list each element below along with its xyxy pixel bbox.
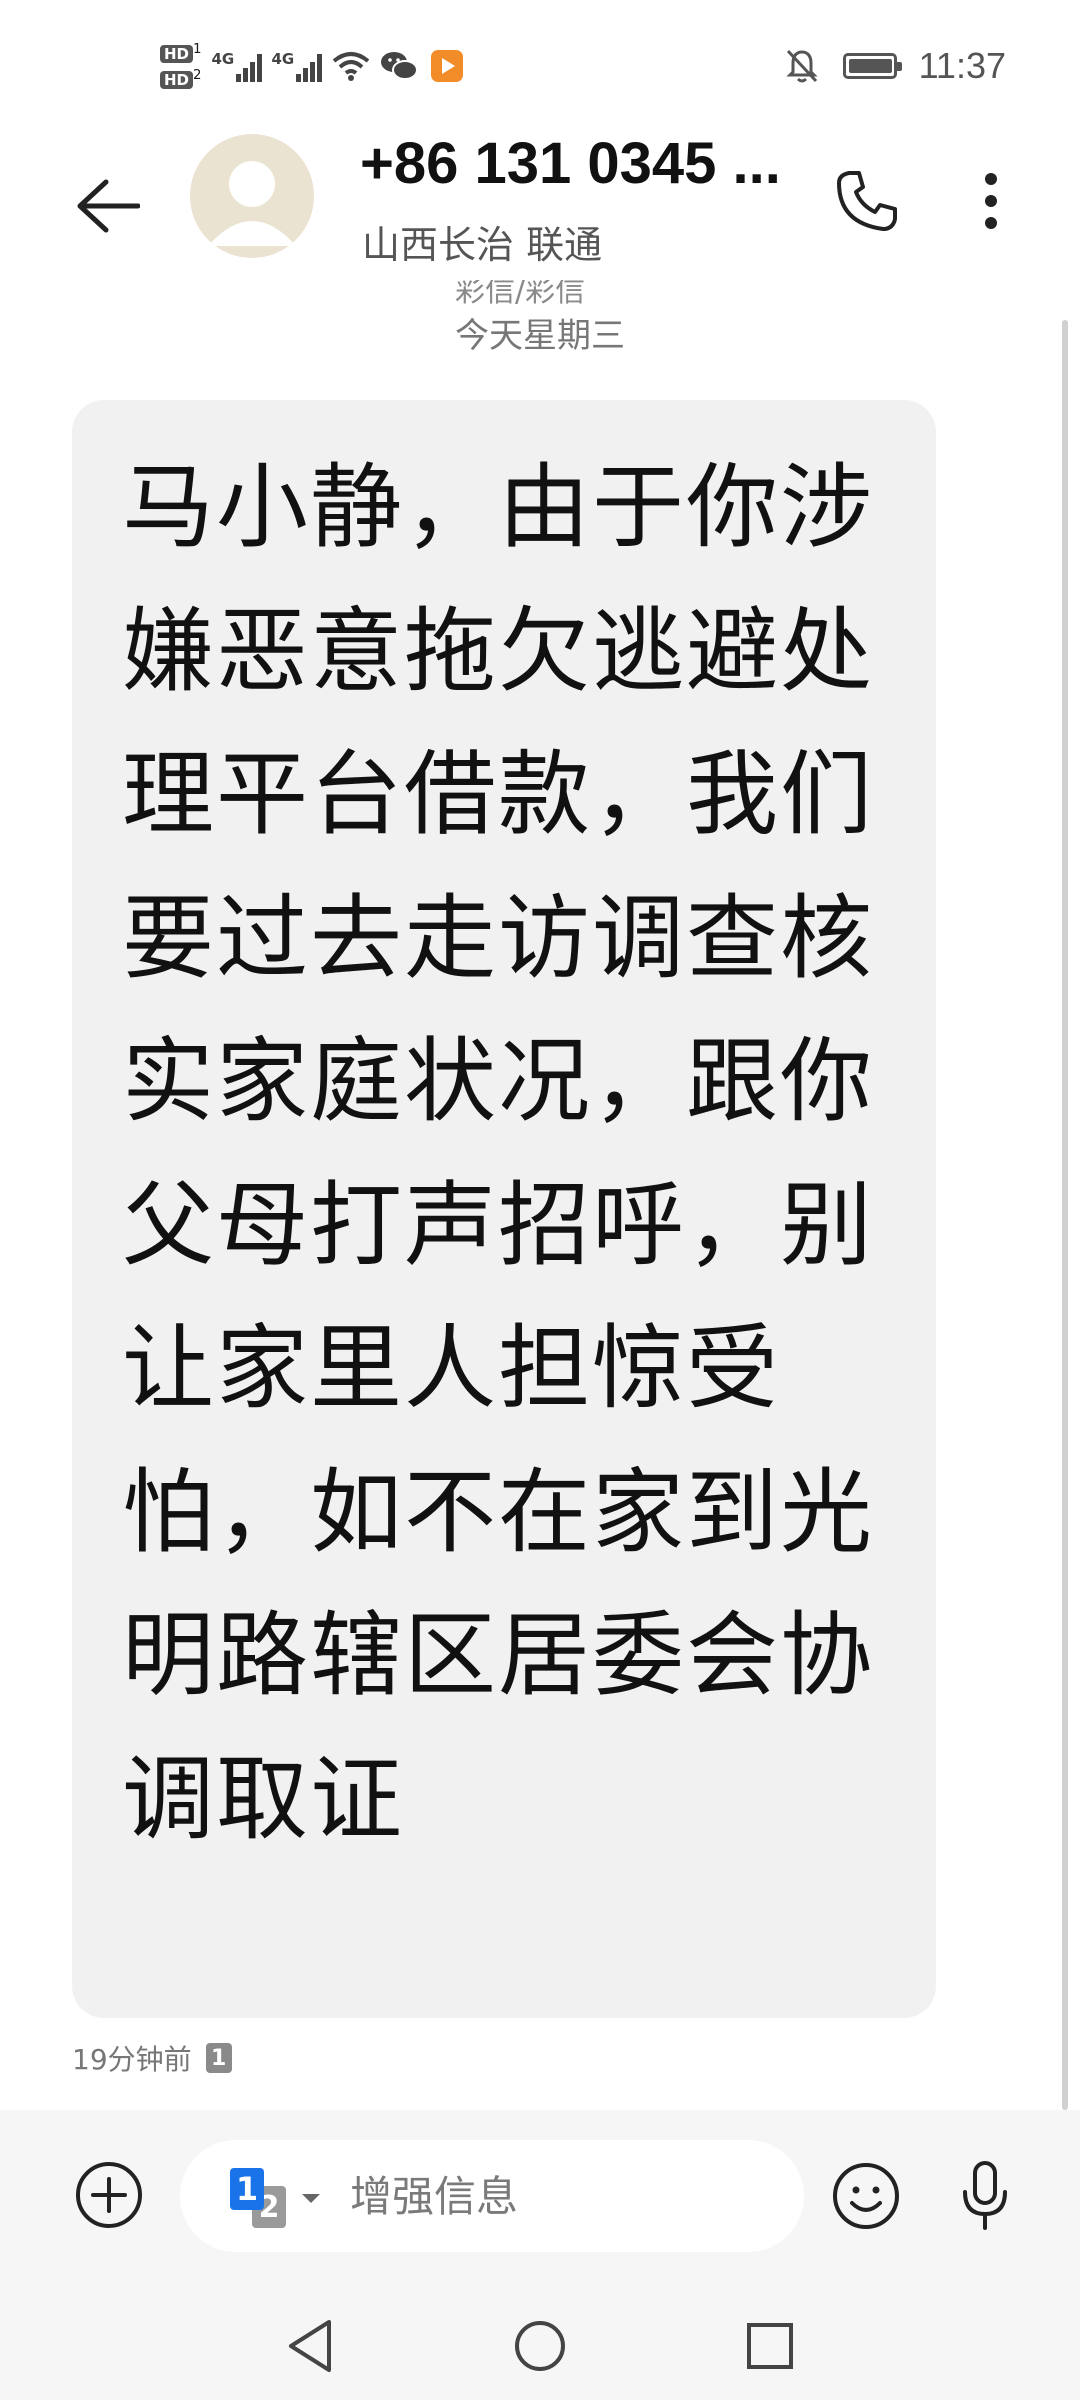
hd1-sub: 1 xyxy=(193,41,202,57)
nav-recents-button[interactable] xyxy=(730,2306,810,2386)
status-left-icons: HD 1 HD 2 4G 4G xyxy=(160,36,466,96)
nav-recents-icon xyxy=(747,2323,793,2369)
more-options-button[interactable] xyxy=(956,156,1026,246)
signal2-label: 4G xyxy=(271,50,295,68)
battery-icon xyxy=(842,53,902,79)
contact-name[interactable]: +86 131 0345 ... xyxy=(360,130,781,197)
nav-back-icon xyxy=(289,2320,331,2372)
back-button[interactable] xyxy=(62,160,154,252)
avatar[interactable] xyxy=(190,134,314,258)
message-meta: 19分钟前 1 xyxy=(72,2038,232,2078)
conversation-thread[interactable]: 彩信/彩信 今天星期三 马小静，由于你涉嫌恶意拖欠逃避处理平台借款，我们要过去走… xyxy=(0,280,1080,2110)
signal1-label: 4G xyxy=(211,50,235,68)
add-attachment-button[interactable] xyxy=(72,2158,146,2232)
sim-selector[interactable]: 2 1 xyxy=(230,2160,340,2230)
video-app-icon xyxy=(428,47,466,85)
message-input[interactable] xyxy=(350,2140,770,2252)
phone-icon xyxy=(837,171,897,231)
signal-icon: 4G xyxy=(212,50,262,82)
voice-input-button[interactable] xyxy=(950,2154,1020,2238)
wifi-icon xyxy=(332,47,370,85)
clipped-previous-text: 彩信/彩信 xyxy=(455,280,586,309)
signal-icon-2: 4G xyxy=(272,50,322,82)
message-text: 马小静，由于你涉嫌恶意拖欠逃避处理平台借款，我们要过去走访调查核实家庭状况，跟你… xyxy=(122,454,875,1853)
contact-location: 山西长治 联通 xyxy=(362,223,603,267)
conversation-header: +86 131 0345 ... 山西长治 联通 xyxy=(0,130,1080,290)
avatar-icon xyxy=(208,161,296,246)
chevron-down-icon xyxy=(302,2194,320,2203)
hd1-label: HD xyxy=(160,45,194,63)
wechat-icon xyxy=(380,47,418,85)
status-time: 11:37 xyxy=(918,45,1006,86)
scrollbar[interactable] xyxy=(1062,320,1068,2110)
message-input-container: 2 1 xyxy=(180,2140,804,2252)
hd2-indicator: HD 2 xyxy=(160,68,202,90)
sim-primary: 1 xyxy=(230,2168,264,2210)
emoji-icon xyxy=(833,2163,899,2229)
sim-badge: 1 xyxy=(205,2043,232,2073)
emoji-button[interactable] xyxy=(828,2158,904,2234)
more-vertical-icon xyxy=(985,173,997,229)
hd2-sub: 2 xyxy=(193,68,202,83)
system-navigation-bar xyxy=(0,2290,1080,2400)
status-bar: HD 1 HD 2 4G 4G 11:37 xyxy=(0,0,1080,130)
mute-icon xyxy=(783,47,821,85)
hd1-indicator: HD 1 xyxy=(160,42,202,64)
hd2-label: HD xyxy=(160,71,194,90)
nav-home-button[interactable] xyxy=(500,2306,580,2386)
message-composer: 2 1 xyxy=(0,2110,1080,2290)
nav-back-button[interactable] xyxy=(270,2306,350,2386)
add-icon xyxy=(76,2162,142,2228)
hd-indicators: HD 1 HD 2 xyxy=(160,42,202,91)
message-time: 19分钟前 xyxy=(72,2043,192,2076)
call-button[interactable] xyxy=(822,156,912,246)
microphone-icon xyxy=(963,2161,1007,2230)
date-divider: 今天星期三 xyxy=(455,316,625,356)
message-bubble[interactable]: 马小静，由于你涉嫌恶意拖欠逃避处理平台借款，我们要过去走访调查核实家庭状况，跟你… xyxy=(72,400,936,2018)
status-right-icons: 11:37 xyxy=(783,40,1006,92)
nav-home-icon xyxy=(515,2321,565,2371)
back-arrow-icon xyxy=(77,179,140,233)
